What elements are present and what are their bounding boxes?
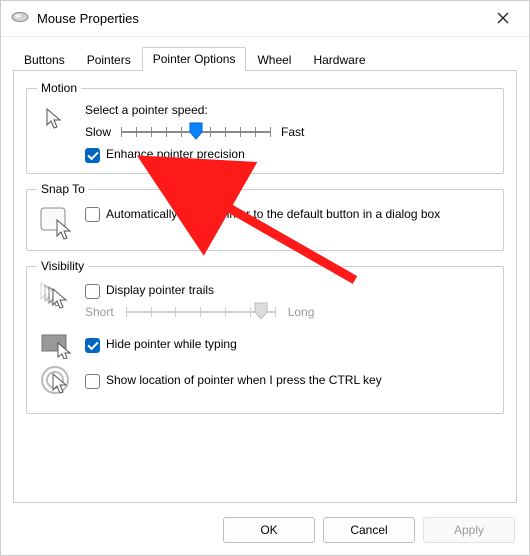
- auto-move-checkbox[interactable]: [85, 207, 100, 222]
- snap-to-icon: [37, 204, 77, 240]
- tab-wheel[interactable]: Wheel: [246, 48, 302, 71]
- pointer-trails-checkbox[interactable]: [85, 284, 100, 299]
- trails-short-label: Short: [85, 305, 114, 319]
- slow-label: Slow: [85, 125, 111, 139]
- tab-panel: Motion Select a pointer speed: Slow: [13, 71, 517, 503]
- ctrl-locate-icon: [37, 365, 77, 399]
- visibility-legend: Visibility: [37, 259, 88, 273]
- trails-long-label: Long: [288, 305, 315, 319]
- tabstrip: Buttons Pointers Pointer Options Wheel H…: [13, 45, 517, 71]
- tab-hardware[interactable]: Hardware: [302, 48, 376, 71]
- hide-typing-label[interactable]: Hide pointer while typing: [106, 337, 237, 351]
- ctrl-locate-label[interactable]: Show location of pointer when I press th…: [106, 373, 382, 387]
- app-icon: [11, 11, 29, 26]
- enhance-precision-checkbox[interactable]: [85, 148, 100, 163]
- enhance-precision-label[interactable]: Enhance pointer precision: [106, 147, 245, 161]
- ctrl-locate-checkbox[interactable]: [85, 374, 100, 389]
- trails-slider-thumb: [254, 302, 268, 320]
- hide-typing-icon: [37, 331, 77, 359]
- trails-slider: [126, 303, 276, 321]
- snap-to-legend: Snap To: [37, 182, 89, 196]
- select-speed-label: Select a pointer speed:: [85, 103, 493, 117]
- titlebar: Mouse Properties: [1, 1, 529, 37]
- mouse-properties-window: Mouse Properties Buttons Pointers Pointe…: [0, 0, 530, 556]
- close-button[interactable]: [487, 7, 519, 31]
- dialog-buttons: OK Cancel Apply: [1, 507, 529, 555]
- hide-typing-checkbox[interactable]: [85, 338, 100, 353]
- apply-button: Apply: [423, 517, 515, 543]
- visibility-group: Visibility Display pointer tr: [26, 259, 504, 414]
- tab-buttons[interactable]: Buttons: [13, 48, 76, 71]
- snap-to-group: Snap To Automatically move pointer to th…: [26, 182, 504, 251]
- speed-slider-thumb[interactable]: [189, 122, 203, 140]
- motion-group: Motion Select a pointer speed: Slow: [26, 81, 504, 174]
- tab-pointers[interactable]: Pointers: [76, 48, 142, 71]
- pointer-trails-icon: [37, 281, 77, 313]
- motion-legend: Motion: [37, 81, 81, 95]
- cancel-button[interactable]: Cancel: [323, 517, 415, 543]
- tab-pointer-options[interactable]: Pointer Options: [142, 47, 247, 71]
- auto-move-label[interactable]: Automatically move pointer to the defaul…: [106, 206, 440, 222]
- window-title: Mouse Properties: [37, 11, 487, 26]
- pointer-trails-label[interactable]: Display pointer trails: [106, 283, 214, 297]
- pointer-speed-slider[interactable]: [121, 123, 271, 141]
- motion-icon: [37, 103, 77, 135]
- content-area: Buttons Pointers Pointer Options Wheel H…: [1, 37, 529, 507]
- fast-label: Fast: [281, 125, 304, 139]
- ok-button[interactable]: OK: [223, 517, 315, 543]
